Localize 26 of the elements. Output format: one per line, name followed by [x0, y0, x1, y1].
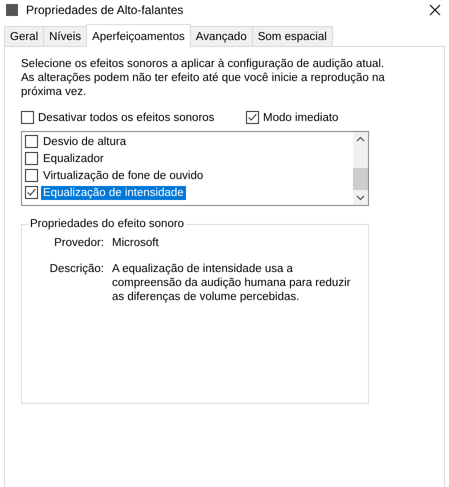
property-label: Descrição: [48, 262, 104, 277]
tab[interactable]: Geral [4, 26, 44, 46]
window-title: Propriedades de Alto-falantes [26, 3, 184, 17]
list-item[interactable]: Equalizador [41, 152, 106, 166]
checkbox[interactable] [246, 111, 259, 124]
close-button[interactable] [427, 2, 443, 18]
scrollbar[interactable] [353, 132, 368, 205]
property-value: A equalização de intensidade usa a compreensão da audição humana para reduzir as diferenças de volume percebidas. [112, 262, 352, 304]
list-item[interactable]: Desvio de altura [41, 134, 128, 148]
checkbox[interactable] [25, 135, 38, 148]
checkbox-label: Modo imediato [263, 112, 338, 124]
property-label: Provedor: [53, 236, 104, 250]
tab[interactable]: Níveis [43, 26, 88, 46]
tab[interactable]: Aperfeiçoamentos [86, 24, 191, 47]
checkbox-label: Desativar todos os efeitos sonoros [38, 112, 214, 124]
checkbox[interactable] [25, 152, 38, 165]
checkbox[interactable] [25, 186, 38, 199]
group-title: Propriedades do efeito sonoro [29, 218, 186, 230]
list-item[interactable]: Virtualização de fone de ouvido [41, 168, 206, 182]
list-item[interactable]: Equalização de intensidade [41, 186, 186, 200]
intro-text: Selecione os efeitos sonoros a aplicar à configuração de audição atual. As alterações podem não ter efeito até que você inicie a reprodução na próxima vez. [21, 57, 386, 99]
tab[interactable]: Avançado [190, 26, 253, 46]
checkbox[interactable] [25, 169, 38, 182]
checkbox[interactable] [21, 111, 34, 124]
property-value: Microsoft [112, 236, 160, 250]
tab[interactable]: Som espacial [252, 26, 333, 46]
